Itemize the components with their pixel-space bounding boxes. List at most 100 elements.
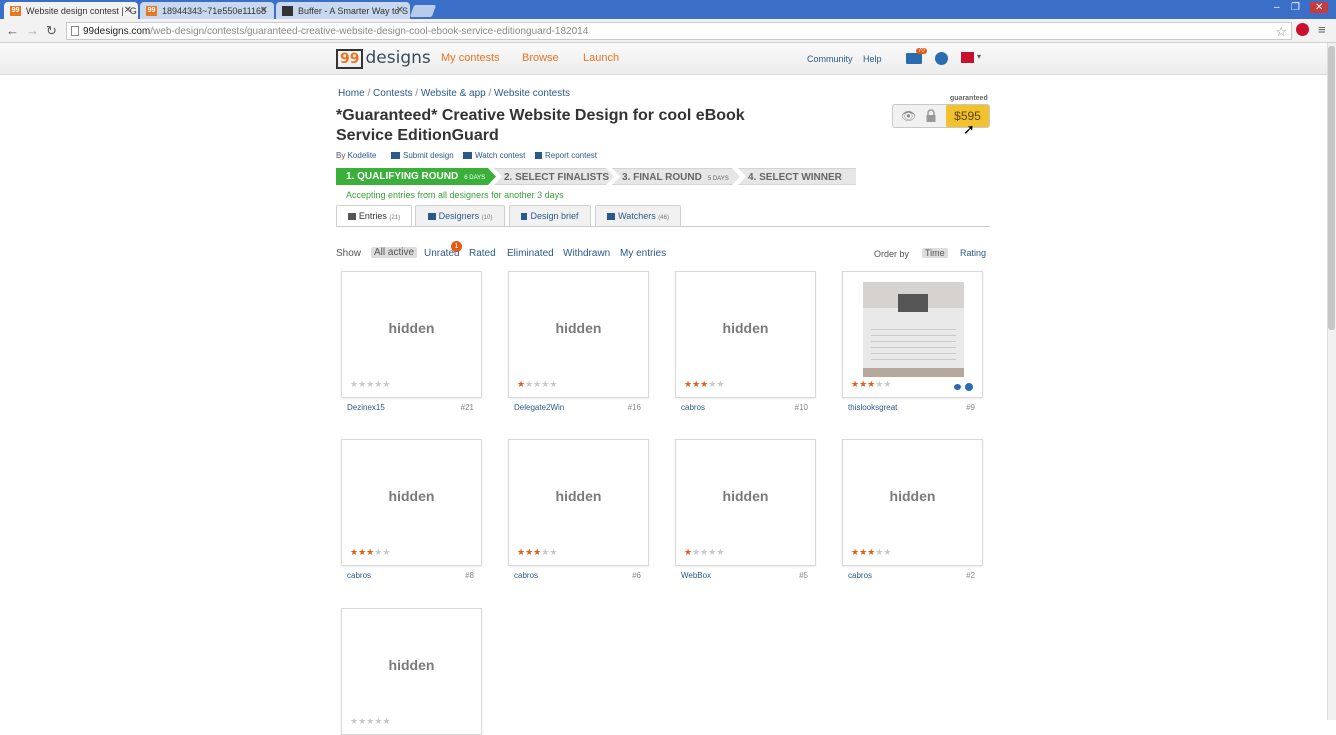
forward-arrow-icon[interactable]: →	[26, 23, 39, 38]
star-icon[interactable]: ★	[358, 379, 366, 389]
entry-designer-link[interactable]: cabros	[514, 571, 538, 580]
report-contest-link[interactable]: Report contest	[535, 151, 597, 160]
star-icon[interactable]: ★	[883, 379, 891, 389]
browser-tab-2[interactable]: 99 18944343~71e550e11168 ✕	[140, 2, 274, 19]
star-rating[interactable]: ★★★★★	[851, 547, 891, 557]
tab-watchers[interactable]: Watchers (46)	[595, 205, 681, 226]
star-icon[interactable]: ★	[382, 716, 390, 726]
close-window-icon[interactable]: ✕	[1310, 2, 1329, 13]
entry-card[interactable]: hidden ★★★★★	[675, 439, 816, 566]
99designs-logo[interactable]: 99 designs	[336, 48, 431, 70]
entry-card[interactable]: ★★★★★	[842, 271, 983, 398]
nav-launch[interactable]: Launch	[583, 52, 619, 64]
entry-designer-link[interactable]: cabros	[848, 571, 872, 580]
eliminate-icon[interactable]	[965, 383, 973, 391]
chevron-down-icon[interactable]: ▾	[977, 52, 981, 61]
entry-thumbnail[interactable]	[863, 282, 964, 377]
star-icon[interactable]: ★	[525, 379, 533, 389]
star-rating[interactable]: ★★★★★	[517, 379, 557, 389]
star-icon[interactable]: ★	[851, 547, 859, 557]
menu-icon[interactable]: ≡	[1318, 22, 1326, 37]
tab-design-brief[interactable]: Design brief	[509, 205, 591, 226]
entry-card[interactable]: hidden ★★★★★	[842, 439, 983, 566]
star-icon[interactable]: ★	[358, 716, 366, 726]
scrollbar-thumb[interactable]	[1328, 46, 1335, 330]
star-icon[interactable]: ★	[716, 379, 724, 389]
mail-icon[interactable]	[906, 53, 922, 64]
star-icon[interactable]: ★	[692, 547, 700, 557]
nav-browse[interactable]: Browse	[522, 52, 559, 64]
filter-eliminated[interactable]: Eliminated	[507, 248, 554, 259]
order-rating[interactable]: Rating	[960, 248, 986, 258]
star-icon[interactable]: ★	[517, 547, 525, 557]
entry-card[interactable]: hidden ★★★★★	[675, 271, 816, 398]
close-tab-icon[interactable]: ✕	[124, 5, 132, 16]
breadcrumb-contests[interactable]: Contests	[373, 88, 412, 99]
globe-icon[interactable]	[935, 52, 948, 65]
comment-icon[interactable]	[954, 384, 961, 390]
star-icon[interactable]: ★	[517, 379, 525, 389]
nav-my-contests[interactable]: My contests	[441, 52, 500, 64]
star-icon[interactable]: ★	[859, 379, 867, 389]
star-rating[interactable]: ★★★★★	[851, 379, 891, 389]
star-icon[interactable]: ★	[851, 379, 859, 389]
star-icon[interactable]: ★	[382, 547, 390, 557]
nav-community[interactable]: Community	[807, 54, 853, 64]
url-field[interactable]: 99designs.com/web-design/contests/guaran…	[66, 22, 1292, 40]
star-icon[interactable]: ★	[525, 547, 533, 557]
star-icon[interactable]: ★	[382, 379, 390, 389]
star-icon[interactable]: ★	[684, 547, 692, 557]
close-tab-icon[interactable]: ✕	[260, 5, 268, 16]
tab-entries[interactable]: Entries (21)	[336, 205, 412, 227]
watch-contest-link[interactable]: Watch contest	[463, 151, 525, 160]
star-icon[interactable]: ★	[692, 379, 700, 389]
filter-withdrawn[interactable]: Withdrawn	[563, 248, 610, 259]
entry-designer-link[interactable]: thislooksgreat	[848, 403, 897, 412]
browser-tab-3[interactable]: Buffer - A Smarter Way to S ✕	[276, 2, 410, 19]
star-icon[interactable]: ★	[716, 547, 724, 557]
star-rating[interactable]: ★★★★★	[684, 547, 724, 557]
star-rating[interactable]: ★★★★★	[350, 379, 390, 389]
bookmark-star-icon[interactable]: ☆	[1275, 24, 1287, 39]
reload-icon[interactable]: ↻	[46, 23, 57, 39]
entry-card[interactable]: hidden ★★★★★	[341, 608, 482, 735]
tab-designers[interactable]: Designers (10)	[415, 205, 505, 226]
user-avatar[interactable]	[961, 52, 974, 63]
star-icon[interactable]: ★	[350, 716, 358, 726]
entry-designer-link[interactable]: cabros	[681, 403, 705, 412]
entry-card[interactable]: hidden ★★★★★	[508, 271, 649, 398]
star-icon[interactable]: ★	[549, 547, 557, 557]
star-rating[interactable]: ★★★★★	[517, 547, 557, 557]
entry-card[interactable]: hidden ★★★★★	[341, 271, 482, 398]
entry-designer-link[interactable]: Delegate2Win	[514, 403, 564, 412]
close-tab-icon[interactable]: ✕	[396, 5, 404, 16]
filter-my-entries[interactable]: My entries	[620, 248, 666, 259]
star-icon[interactable]: ★	[859, 547, 867, 557]
filter-rated[interactable]: Rated	[469, 248, 496, 259]
owner-link[interactable]: Kodelite	[348, 151, 377, 160]
order-time[interactable]: Time	[922, 248, 948, 258]
entry-card[interactable]: hidden ★★★★★	[508, 439, 649, 566]
star-icon[interactable]: ★	[684, 379, 692, 389]
opera-extension-icon[interactable]	[1296, 23, 1309, 36]
star-icon[interactable]: ★	[549, 379, 557, 389]
submit-design-link[interactable]: Submit design	[391, 151, 454, 160]
browser-tab-1[interactable]: 99 Website design contest | *G ✕	[4, 2, 138, 19]
back-arrow-icon[interactable]: ←	[6, 23, 19, 38]
star-rating[interactable]: ★★★★★	[684, 379, 724, 389]
nav-help[interactable]: Help	[863, 54, 882, 64]
entry-designer-link[interactable]: cabros	[347, 571, 371, 580]
new-tab-button[interactable]	[409, 5, 437, 17]
entry-designer-link[interactable]: WebBox	[681, 571, 711, 580]
breadcrumb-website-app[interactable]: Website & app	[421, 88, 486, 99]
breadcrumb-home[interactable]: Home	[338, 88, 365, 99]
entry-designer-link[interactable]: Dezinex15	[347, 403, 385, 412]
restore-icon[interactable]: ❐	[1291, 2, 1300, 13]
breadcrumb-website-contests[interactable]: Website contests	[494, 88, 570, 99]
entry-card[interactable]: hidden ★★★★★	[341, 439, 482, 566]
star-icon[interactable]: ★	[883, 547, 891, 557]
star-icon[interactable]: ★	[350, 379, 358, 389]
star-icon[interactable]: ★	[358, 547, 366, 557]
star-icon[interactable]: ★	[350, 547, 358, 557]
minimize-icon[interactable]: –	[1274, 2, 1280, 13]
